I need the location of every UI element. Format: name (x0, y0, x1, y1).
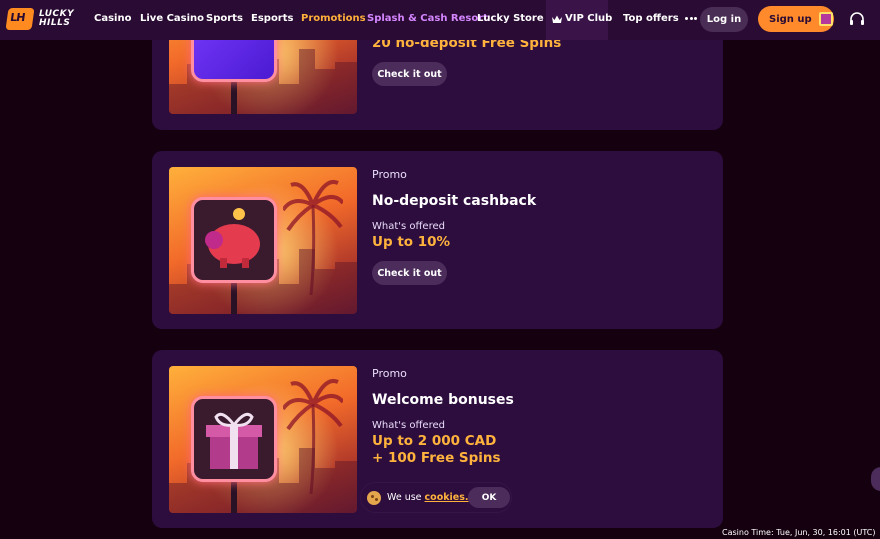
logo-mark: LH (5, 8, 35, 30)
promo-image-piggy-bank (169, 167, 357, 314)
cookies-link[interactable]: cookies. (425, 492, 469, 503)
login-button[interactable]: Log in (700, 7, 748, 32)
lucky-hills-logo[interactable]: LH LUCKY HILLS (5, 8, 75, 30)
side-panel-handle[interactable] (871, 467, 880, 491)
cookie-banner: We use cookies. OK (361, 483, 511, 512)
gift-box-icon (191, 396, 277, 482)
casino-time: Casino Time: Tue, Jun, 30, 16:01 (UTC) (716, 527, 880, 539)
nav-lucky-store[interactable]: Lucky Store (477, 13, 544, 24)
piggy-bank-icon (191, 197, 277, 283)
nav-casino[interactable]: Casino (94, 13, 131, 24)
promo-title: Welcome bonuses (372, 392, 514, 408)
nav-live-casino[interactable]: Live Casino (140, 13, 204, 24)
nav-top-offers[interactable]: Top offers (623, 13, 679, 24)
top-nav-bar: LH LUCKY HILLS Casino Live Casino Sports… (0, 0, 880, 40)
crown-icon (552, 15, 562, 23)
promo-label: Promo (372, 367, 407, 380)
nav-vip-club[interactable]: VIP Club (552, 13, 612, 24)
promo-card-cashback: Promo No-deposit cashback What's offered… (152, 151, 723, 329)
nav-promotions[interactable]: Promotions (301, 13, 366, 24)
nav-sports[interactable]: Sports (206, 13, 243, 24)
offer-label: What's offered (372, 420, 445, 431)
nav-splash-cash-resort[interactable]: Splash & Cash Resort (367, 13, 488, 24)
offer-value-line2: + 100 Free Spins (372, 450, 501, 466)
check-it-out-button[interactable]: Check it out (372, 62, 447, 86)
offer-value: Up to 10% (372, 234, 451, 250)
nav-esports[interactable]: Esports (251, 13, 293, 24)
more-menu-icon[interactable] (685, 17, 697, 21)
logo-text: LUCKY HILLS (39, 9, 75, 28)
cookie-ok-button[interactable]: OK (468, 487, 510, 508)
support-headset-icon[interactable] (849, 11, 865, 27)
gift-icon (818, 12, 833, 26)
check-it-out-button[interactable]: Check it out (372, 261, 447, 285)
promo-title: No-deposit cashback (372, 193, 537, 209)
offer-value-line1: Up to 2 000 CAD (372, 433, 497, 449)
offer-label: What's offered (372, 221, 445, 232)
cookie-text: We use (387, 492, 422, 503)
promo-image-gift-box (169, 366, 357, 513)
promo-label: Promo (372, 168, 407, 181)
signup-button[interactable]: Sign up (758, 6, 834, 32)
cookie-icon (367, 490, 381, 505)
